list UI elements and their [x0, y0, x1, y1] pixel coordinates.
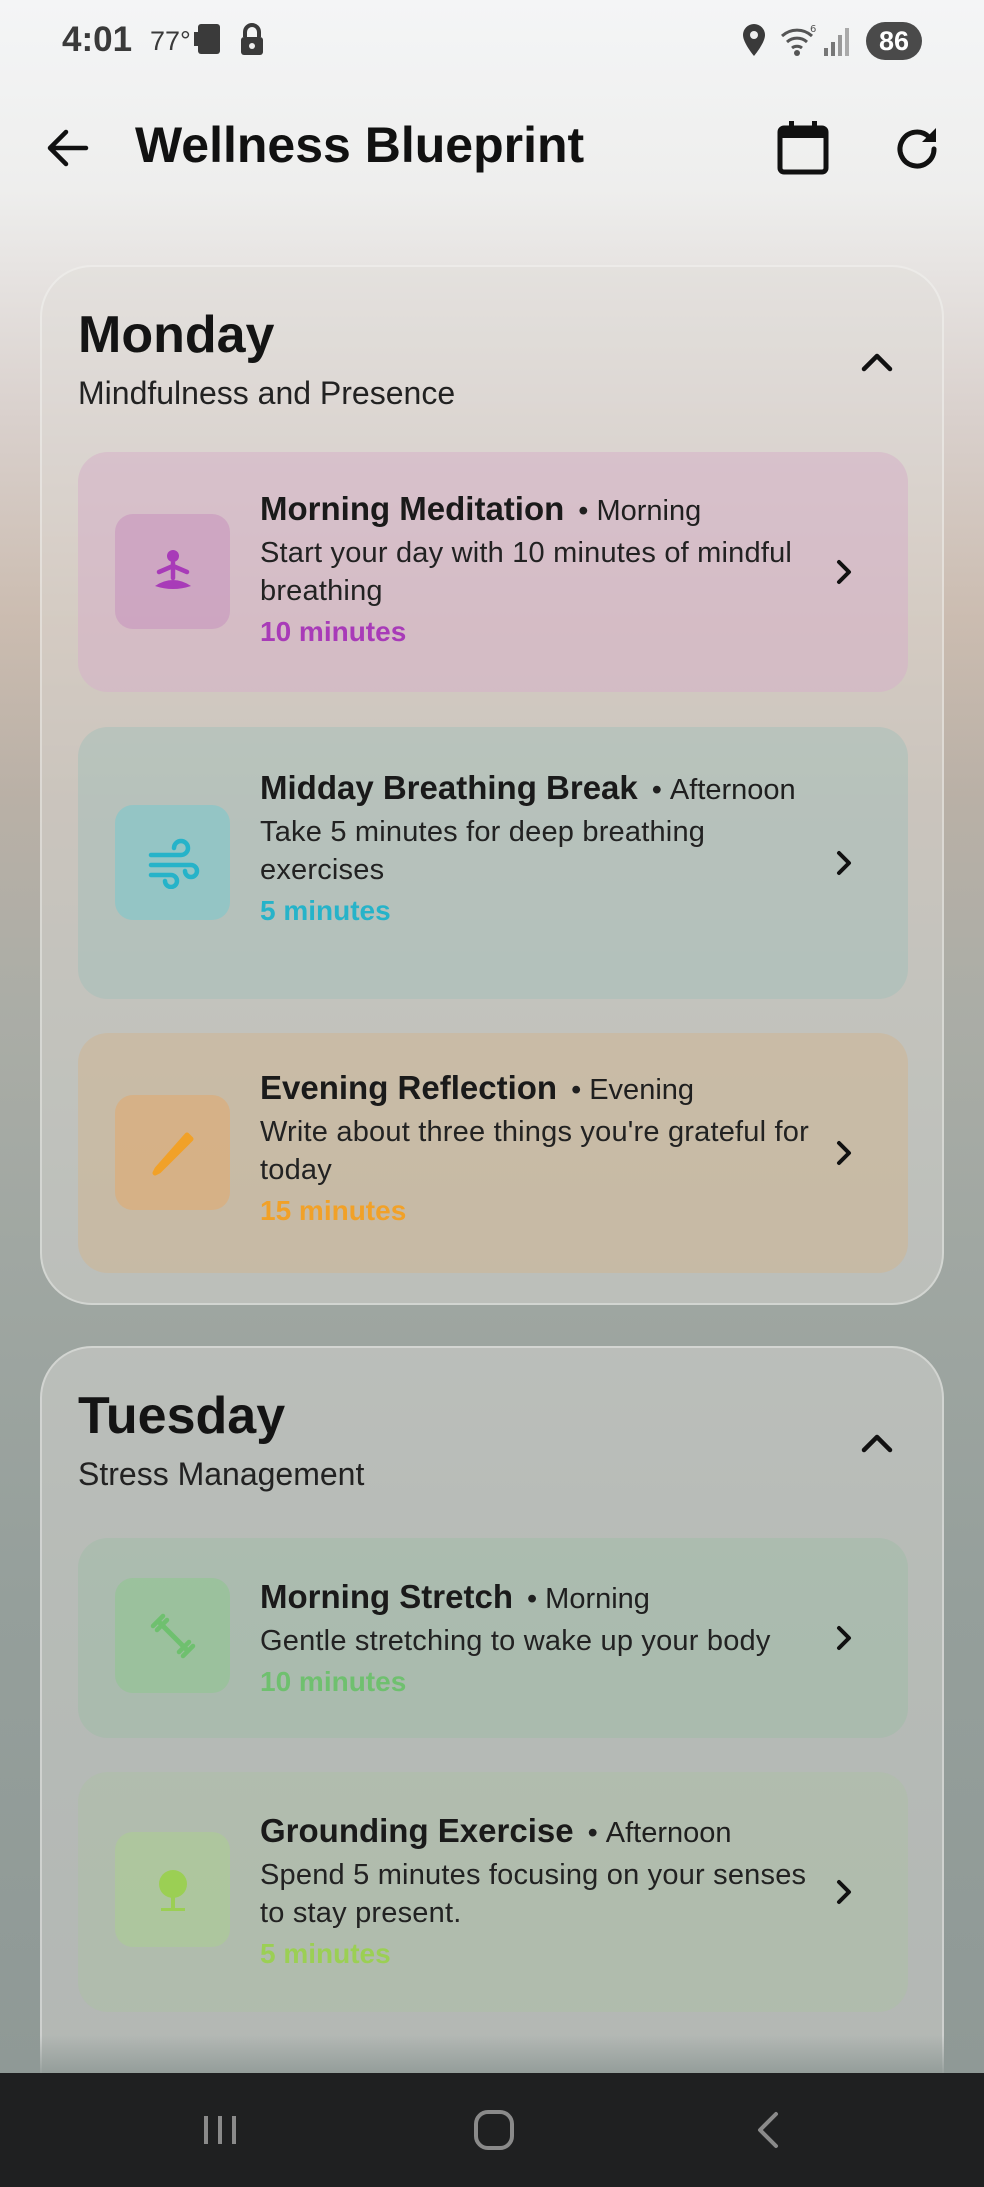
svg-text:6: 6: [810, 24, 816, 35]
activity-name: Evening Reflection: [260, 1069, 558, 1106]
status-temperature: 77°: [150, 26, 191, 56]
activity-duration: 5 minutes: [260, 895, 391, 926]
activity-text: Evening Reflection Evening Write about th…: [260, 1069, 820, 1227]
chevron-right-icon[interactable]: [824, 1133, 864, 1173]
activity-time: Evening: [571, 1074, 694, 1106]
activity-name: Grounding Exercise: [260, 1812, 574, 1849]
activity-name: Midday Breathing Break: [260, 769, 638, 806]
activity-card-evening-reflection[interactable]: Evening Reflection Evening Write about th…: [78, 1033, 908, 1273]
system-nav-bar: [0, 2073, 984, 2187]
activity-time: Morning: [578, 495, 701, 527]
back-arrow-icon[interactable]: [38, 118, 98, 178]
chevron-up-icon[interactable]: [852, 337, 902, 387]
scroll-fade: [40, 2035, 944, 2075]
day-card-monday: Monday Mindfulness and Presence Morning …: [40, 265, 944, 1305]
lock-icon: [241, 23, 263, 55]
chevron-up-icon[interactable]: [852, 1418, 902, 1468]
refresh-icon[interactable]: [886, 118, 948, 180]
activity-name: Morning Stretch: [260, 1578, 513, 1615]
day-card-tuesday: Tuesday Stress Management Morning Stretc…: [40, 1346, 944, 2136]
battery-indicator: 86: [866, 22, 922, 60]
activity-icon-box: [115, 1832, 230, 1947]
activity-description: Start your day with 10 minutes of mindfu…: [260, 537, 793, 607]
activity-icon-box: [115, 805, 230, 920]
activity-time: Afternoon: [652, 774, 796, 806]
calendar-icon[interactable]: [772, 118, 834, 180]
device-icon: [194, 24, 220, 54]
activity-text: Grounding Exercise Afternoon Spend 5 minu…: [260, 1812, 820, 1970]
meditation-icon: [154, 549, 191, 589]
activity-text: Morning Stretch Morning Gentle stretching…: [260, 1578, 820, 1698]
activity-duration: 10 minutes: [260, 1666, 407, 1697]
activity-icon-box: [115, 1095, 230, 1210]
activity-duration: 10 minutes: [260, 616, 407, 647]
activity-description: Gentle stretching to wake up your body: [260, 1625, 771, 1657]
tree-icon: [158, 1869, 187, 1911]
app-bar: Wellness Blueprint: [0, 100, 984, 196]
day-title: Tuesday: [78, 1387, 286, 1445]
signal-icon: [824, 28, 849, 56]
pencil-icon: [152, 1132, 193, 1175]
activity-card-morning-meditation[interactable]: Morning Meditation Morning Start your day…: [78, 452, 908, 692]
activity-card-grounding-exercise[interactable]: Grounding Exercise Afternoon Spend 5 minu…: [78, 1772, 908, 2012]
wifi-icon: 6: [780, 24, 816, 56]
activity-duration: 5 minutes: [260, 1938, 391, 1969]
activity-time: Afternoon: [588, 1817, 732, 1849]
activity-text: Midday Breathing Break Afternoon Take 5 m…: [260, 769, 820, 927]
chevron-right-icon[interactable]: [824, 1618, 864, 1658]
activity-card-morning-stretch[interactable]: Morning Stretch Morning Gentle stretching…: [78, 1538, 908, 1738]
activity-icon-box: [115, 514, 230, 629]
wind-icon: [148, 838, 199, 889]
activity-description: Write about three things you're grateful…: [260, 1116, 809, 1186]
chevron-right-icon[interactable]: [824, 1872, 864, 1912]
day-title: Monday: [78, 306, 275, 364]
activity-duration: 15 minutes: [260, 1195, 407, 1226]
activity-text: Morning Meditation Morning Start your day…: [260, 490, 820, 648]
status-time: 4:01: [62, 20, 133, 59]
day-theme: Mindfulness and Presence: [78, 375, 456, 411]
activity-time: Morning: [527, 1583, 650, 1615]
day-theme: Stress Management: [78, 1456, 365, 1492]
location-icon: [743, 24, 765, 56]
status-bar: 4:01 77° 6 86: [0, 0, 984, 84]
chevron-right-icon[interactable]: [824, 552, 864, 592]
recent-apps-icon[interactable]: [196, 2106, 244, 2154]
page-title: Wellness Blueprint: [135, 117, 585, 173]
activity-description: Take 5 minutes for deep breathing exerci…: [260, 816, 706, 886]
activity-icon-box: [115, 1578, 230, 1693]
home-icon[interactable]: [470, 2106, 518, 2154]
system-back-icon[interactable]: [746, 2106, 794, 2154]
stretch-icon: [150, 1613, 195, 1658]
activity-name: Morning Meditation: [260, 490, 565, 527]
activity-description: Spend 5 minutes focusing on your senses …: [260, 1859, 807, 1929]
activity-card-midday-breathing-break[interactable]: Midday Breathing Break Afternoon Take 5 m…: [78, 727, 908, 999]
chevron-right-icon[interactable]: [824, 843, 864, 883]
